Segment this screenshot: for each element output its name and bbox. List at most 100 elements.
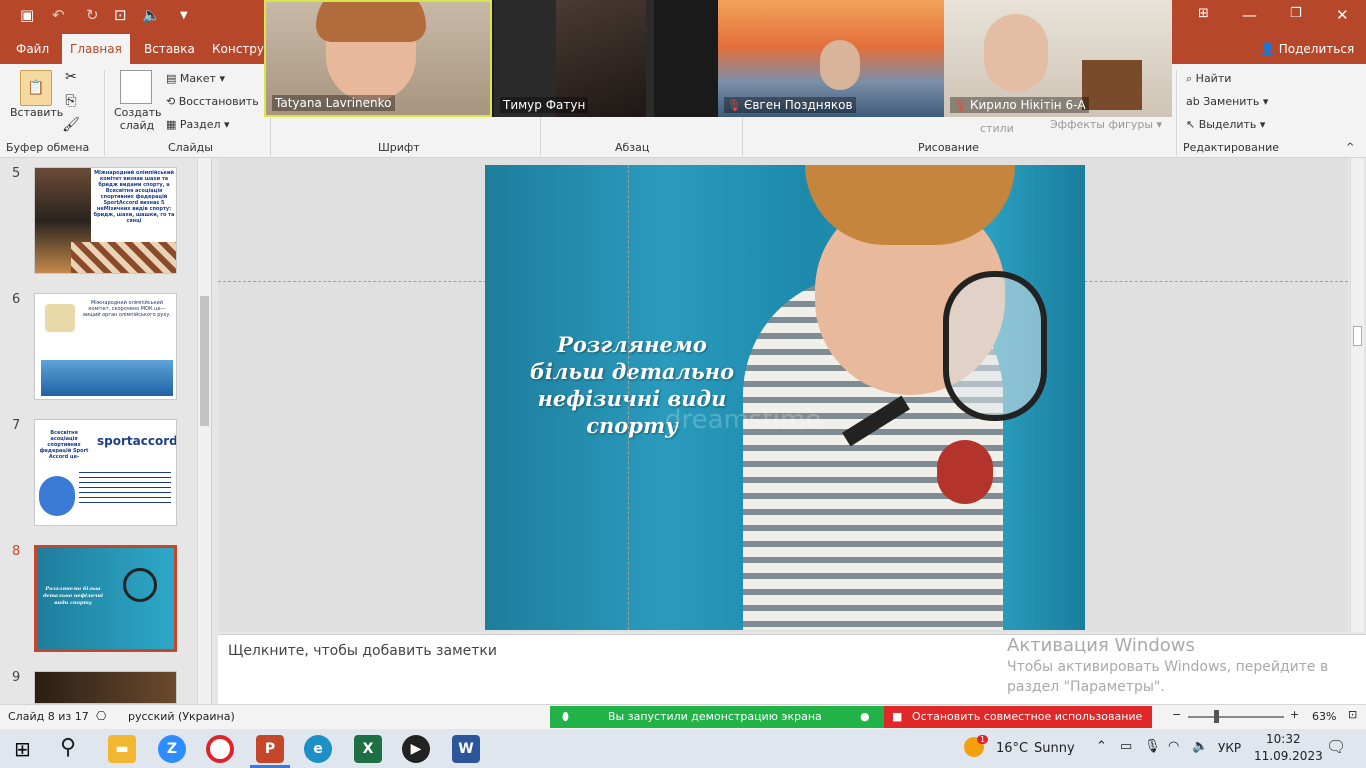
new-slide-icon[interactable] bbox=[120, 70, 152, 104]
sportaccord-logo: sportaccord bbox=[97, 434, 177, 448]
participant-tile[interactable]: 🎙 Кирило Нікітін 6-А bbox=[944, 0, 1172, 117]
find-button[interactable]: ⌕ Найти bbox=[1186, 72, 1231, 86]
fit-slide-icon[interactable]: ⊡ bbox=[1348, 708, 1357, 721]
muted-mic-icon: 🎙 bbox=[727, 99, 741, 112]
thumbnail-text: Розглянемо більш детально нефізичні види… bbox=[42, 586, 104, 606]
person-icon: 👤 bbox=[1260, 42, 1279, 56]
participant-video bbox=[820, 40, 860, 90]
reset-button[interactable]: ⟲ Восстановить bbox=[166, 95, 259, 108]
cursor-icon: ↖ bbox=[1186, 118, 1199, 131]
slide-scrollbar[interactable] bbox=[1350, 158, 1364, 632]
tab-file[interactable]: Файл bbox=[8, 34, 57, 64]
language-status[interactable]: русский (Украина) bbox=[128, 710, 235, 723]
microphone-icon[interactable]: 🎙 bbox=[1144, 739, 1161, 754]
ribbon-display-icon[interactable]: ⊞ bbox=[1198, 6, 1209, 21]
paragraph-group-label: Абзац bbox=[615, 141, 650, 154]
notes-placeholder[interactable]: Щелкните, чтобы добавить заметки bbox=[228, 643, 497, 659]
globe-icon bbox=[39, 476, 75, 516]
maximize-button[interactable]: ❐ bbox=[1290, 6, 1302, 21]
participant-name: 🎙 Євген Поздняков bbox=[724, 97, 856, 113]
present-icon[interactable]: ⊡ bbox=[114, 6, 127, 24]
zoom-slider-thumb[interactable] bbox=[1214, 710, 1219, 723]
zoom-level[interactable]: 63% bbox=[1312, 710, 1336, 723]
replace-button[interactable]: ab Заменить ▾ bbox=[1186, 95, 1268, 108]
volume-icon[interactable]: 🔈 bbox=[142, 6, 161, 24]
participant-tile[interactable]: Тимур Фатун bbox=[494, 0, 654, 117]
paste-icon[interactable]: 📋 bbox=[20, 70, 52, 106]
slide-thumbnail[interactable]: Міжнародний олімпійський комітет, скороч… bbox=[34, 293, 177, 400]
accessibility-icon[interactable]: ⎔ bbox=[96, 709, 106, 723]
zoom-app-icon[interactable]: Z bbox=[158, 735, 186, 763]
opera-icon[interactable] bbox=[206, 735, 234, 763]
scrollbar-thumb[interactable] bbox=[1353, 326, 1362, 346]
shape-effects-button[interactable]: Эффекты фигуры ▾ bbox=[1050, 118, 1162, 131]
clock-date[interactable]: 11.09.2023 bbox=[1254, 749, 1323, 763]
slide-thumbnail[interactable]: Міжнародний олімпійський комітет визнав … bbox=[34, 167, 177, 274]
notes-pane[interactable]: Щелкните, чтобы добавить заметки Активац… bbox=[218, 634, 1366, 704]
tab-home[interactable]: Главная bbox=[62, 34, 130, 64]
paste-button[interactable]: Вставить bbox=[10, 106, 63, 119]
slide-thumbnail-pane: 5 Міжнародний олімпійський комітет визна… bbox=[0, 158, 212, 704]
current-slide[interactable]: dreamstime Розглянемо більш детально неф… bbox=[485, 165, 1085, 630]
zoom-out-icon[interactable]: − bbox=[1172, 708, 1181, 721]
customize-dropdown-icon[interactable]: ▼ bbox=[180, 10, 188, 21]
stop-sharing-button[interactable]: ■ Остановить совместное использование bbox=[884, 706, 1152, 728]
word-icon[interactable]: W bbox=[452, 735, 480, 763]
speaker-icon[interactable]: 🔈 bbox=[1192, 739, 1208, 754]
participant-video bbox=[984, 14, 1048, 92]
participant-name: Tatyana Lavrinenko bbox=[272, 95, 395, 111]
new-slide-button[interactable]: Создать слайд bbox=[114, 106, 162, 132]
notification-badge: 1 bbox=[977, 735, 989, 744]
format-painter-icon[interactable]: 🖌 bbox=[62, 116, 80, 134]
chevron-up-icon[interactable]: ⌃ bbox=[1096, 739, 1107, 754]
weather-temp[interactable]: 16°C bbox=[996, 741, 1028, 756]
participant-tile[interactable]: Tatyana Lavrinenko bbox=[264, 0, 492, 117]
slide-number: 6 bbox=[12, 292, 21, 307]
file-explorer-icon[interactable]: ▬ bbox=[108, 735, 136, 763]
participant-name: 🎙 Кирило Нікітін 6-А bbox=[950, 97, 1089, 113]
slide-number: 5 bbox=[12, 166, 21, 181]
slide-thumbnail-selected[interactable]: Розглянемо більш детально нефізичні види… bbox=[34, 545, 177, 652]
layout-button[interactable]: ▤ Макет ▾ bbox=[166, 72, 225, 85]
participant-tile[interactable]: 🎙 Євген Поздняков bbox=[718, 0, 944, 117]
zoom-slider[interactable] bbox=[1188, 716, 1284, 718]
font-group-label: Шрифт bbox=[378, 141, 420, 154]
save-icon[interactable]: ▣ bbox=[20, 6, 34, 24]
battery-icon[interactable]: ▭ bbox=[1120, 739, 1132, 754]
search-icon[interactable]: ⚲ bbox=[60, 735, 76, 760]
powerpoint-icon[interactable]: P bbox=[256, 735, 284, 763]
wifi-icon[interactable]: ◠ bbox=[1168, 739, 1179, 754]
activation-title: Активация Windows bbox=[1007, 635, 1195, 656]
guide-vertical bbox=[628, 165, 629, 630]
edge-icon[interactable]: e bbox=[304, 735, 332, 763]
windows-taskbar: ⊞ ⚲ ▬ Z P e X ▶ W 1 16°C Sunny ⌃ ▭ 🎙 ◠ 🔈… bbox=[0, 729, 1366, 768]
slide-thumbnail[interactable] bbox=[34, 671, 177, 704]
undo-icon[interactable]: ↶ bbox=[52, 6, 65, 24]
share-button[interactable]: 👤 Поделиться bbox=[1252, 34, 1362, 64]
select-button[interactable]: ↖ Выделить ▾ bbox=[1186, 118, 1265, 131]
notifications-icon[interactable]: 🗨 bbox=[1326, 737, 1346, 756]
cut-icon[interactable]: ✂ bbox=[62, 68, 80, 86]
windows-start-icon[interactable]: ⊞ bbox=[14, 737, 31, 761]
collapse-ribbon-icon[interactable]: ^ bbox=[1346, 142, 1354, 153]
scrollbar-thumb[interactable] bbox=[200, 296, 209, 426]
minimize-button[interactable]: — bbox=[1242, 6, 1257, 24]
excel-icon[interactable]: X bbox=[354, 735, 382, 763]
slide-thumbnail[interactable]: Всесвітня асоціація спортивних федерацій… bbox=[34, 419, 177, 526]
weather-text[interactable]: Sunny bbox=[1034, 741, 1075, 756]
close-button[interactable]: ✕ bbox=[1336, 6, 1349, 24]
redo-icon[interactable]: ↻ bbox=[86, 6, 99, 24]
quick-styles-button[interactable]: стили bbox=[980, 122, 1014, 135]
slide-title[interactable]: Розглянемо більш детально нефізичні види… bbox=[517, 331, 747, 439]
section-button[interactable]: ▦ Раздел ▾ bbox=[166, 118, 230, 131]
tab-insert[interactable]: Вставка bbox=[136, 34, 203, 64]
thumbnail-scrollbar[interactable] bbox=[197, 158, 211, 704]
open-mouth bbox=[937, 440, 993, 504]
screen-share-notice: ⬮ Вы запустили демонстрацию экрана ● bbox=[550, 706, 884, 728]
zoom-in-icon[interactable]: + bbox=[1290, 708, 1299, 721]
media-player-icon[interactable]: ▶ bbox=[402, 735, 430, 763]
copy-icon[interactable]: ⎘ bbox=[62, 92, 80, 110]
input-language[interactable]: УКР bbox=[1218, 741, 1241, 755]
muted-mic-icon: 🎙 bbox=[953, 99, 967, 112]
clock-time[interactable]: 10:32 bbox=[1266, 732, 1301, 746]
